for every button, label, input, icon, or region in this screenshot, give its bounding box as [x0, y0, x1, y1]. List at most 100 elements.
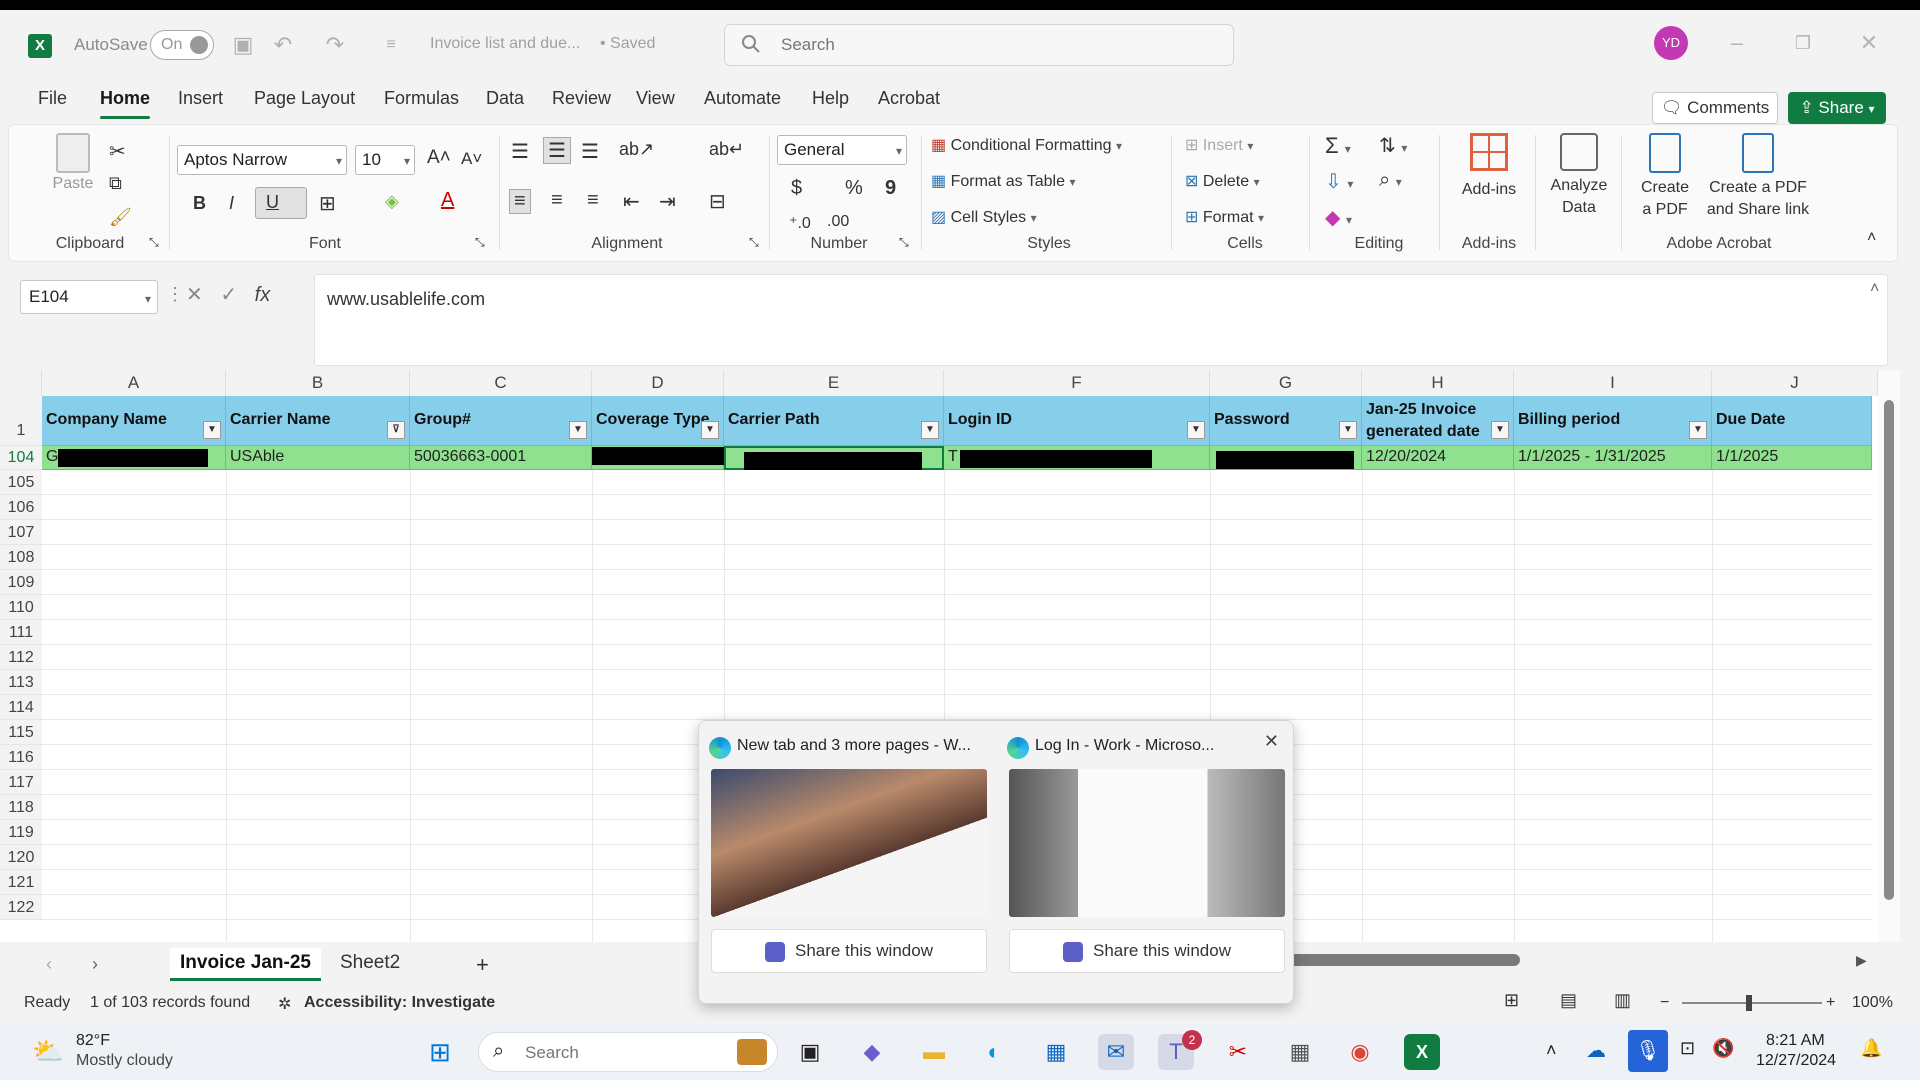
analyze-data-button[interactable]: Analyze Data [1539, 133, 1619, 219]
fill-icon[interactable]: ⇩ ▾ [1325, 169, 1353, 194]
save-status[interactable]: • Saved [600, 35, 655, 53]
taskbar-search[interactable]: ⌕ [478, 1032, 778, 1072]
grid-row[interactable] [42, 495, 1872, 520]
insert-cells-button[interactable]: ⊞ Insert ▾ [1185, 135, 1253, 155]
row-header[interactable]: 113 [0, 670, 42, 695]
filter-dropdown-icon[interactable]: ▼ [1187, 421, 1205, 439]
minimize-icon[interactable]: – [1722, 28, 1752, 58]
document-title[interactable]: Invoice list and due... [430, 35, 580, 53]
comma-button[interactable]: 9 [885, 177, 896, 200]
cell-group[interactable]: 50036663-0001 [410, 446, 592, 470]
snipping-tool-icon[interactable]: ✂ [1220, 1034, 1256, 1070]
align-bottom-icon[interactable]: ☰ [581, 139, 599, 164]
tab-acrobat[interactable]: Acrobat [878, 88, 940, 109]
page-layout-view-icon[interactable]: ▤ [1560, 990, 1577, 1011]
font-name-select[interactable]: Aptos Narrow ▾ [177, 145, 347, 175]
borders-icon[interactable]: ⊞ [319, 191, 336, 216]
row-header[interactable]: 120 [0, 845, 42, 870]
row-header-1[interactable]: 1 [0, 396, 42, 446]
autosave-toggle[interactable]: On [150, 30, 214, 60]
filter-active-icon[interactable]: ⊽ [387, 421, 405, 439]
store-icon[interactable]: ▦ [1038, 1034, 1074, 1070]
redo-icon[interactable]: ↷ [322, 32, 348, 58]
window-preview-card[interactable]: New tab and 3 more pages - W... Share th… [701, 727, 991, 997]
add-ins-button[interactable]: Add-ins [1449, 133, 1529, 201]
customize-qat-icon[interactable]: ≡ [378, 32, 404, 58]
header-coverage-type[interactable]: Coverage Type ▼ [592, 396, 724, 446]
cell-billing[interactable]: 1/1/2025 - 1/31/2025 [1514, 446, 1712, 470]
weather-temp[interactable]: 82°F [76, 1032, 110, 1050]
italic-button[interactable]: I [229, 193, 234, 214]
vertical-scrollbar[interactable] [1878, 370, 1900, 942]
header-password[interactable]: Password ▼ [1210, 396, 1362, 446]
column-header-d[interactable]: D [592, 370, 724, 396]
increase-decimal-icon[interactable]: ⁺.0 [789, 213, 811, 233]
weather-desc[interactable]: Mostly cloudy [76, 1052, 173, 1070]
decrease-decimal-icon[interactable]: .00 [827, 213, 849, 231]
zoom-in-icon[interactable]: + [1826, 994, 1835, 1012]
header-company-name[interactable]: Company Name ▼ [42, 396, 226, 446]
column-header-i[interactable]: I [1514, 370, 1712, 396]
header-billing-period[interactable]: Billing period ▼ [1514, 396, 1712, 446]
grid-row[interactable] [42, 645, 1872, 670]
bold-button[interactable]: B [193, 193, 206, 214]
cell-styles-button[interactable]: ▨ Cell Styles ▾ [931, 207, 1037, 227]
row-header-104[interactable]: 104 [0, 446, 42, 470]
edge-icon[interactable]: ◐ [976, 1034, 1012, 1070]
grid-row[interactable] [42, 470, 1872, 495]
grid-row[interactable] [42, 620, 1872, 645]
row-header[interactable]: 114 [0, 695, 42, 720]
row-header[interactable]: 115 [0, 720, 42, 745]
tab-data[interactable]: Data [486, 88, 524, 109]
tab-file[interactable]: File [38, 88, 67, 109]
enter-icon[interactable]: ✓ [220, 284, 237, 306]
share-window-button[interactable]: Share this window [711, 929, 987, 973]
row-header[interactable]: 117 [0, 770, 42, 795]
zoom-out-icon[interactable]: − [1660, 994, 1669, 1012]
column-header-b[interactable]: B [226, 370, 410, 396]
row-header[interactable]: 109 [0, 570, 42, 595]
tab-formulas[interactable]: Formulas [384, 88, 459, 109]
number-format-select[interactable]: General ▾ [777, 135, 907, 165]
show-hidden-icons[interactable]: ˄ [1546, 1040, 1557, 1061]
column-header-f[interactable]: F [944, 370, 1210, 396]
window-preview-card[interactable]: Log In - Work - Microso... Share this wi… [999, 727, 1289, 997]
sheet-tab-sheet2[interactable]: Sheet2 [330, 948, 410, 978]
format-painter-icon[interactable]: 🖌 [109, 207, 132, 228]
clock-date[interactable]: 12/27/2024 [1756, 1052, 1836, 1070]
grid-row[interactable] [42, 595, 1872, 620]
decrease-font-icon[interactable]: A˅ [461, 149, 482, 169]
row-header[interactable]: 121 [0, 870, 42, 895]
windows-start-icon[interactable]: ⊞ [422, 1034, 458, 1070]
filter-dropdown-icon[interactable]: ▼ [1339, 421, 1357, 439]
grid-row[interactable] [42, 570, 1872, 595]
percent-button[interactable]: % [845, 177, 863, 200]
close-icon[interactable]: ✕ [1854, 28, 1884, 58]
volume-mute-icon[interactable]: 🔇 [1712, 1038, 1734, 1059]
close-popup-icon[interactable]: ✕ [1264, 731, 1279, 752]
increase-font-icon[interactable]: A˄ [427, 147, 451, 169]
formula-input[interactable]: www.usablelife.com [314, 274, 1888, 366]
row-header[interactable]: 122 [0, 895, 42, 920]
outlook-icon[interactable]: ✉ [1098, 1034, 1134, 1070]
accessibility-status[interactable]: Accessibility: Investigate [304, 994, 495, 1012]
create-share-pdf-button[interactable]: Create a PDF and Share link [1697, 133, 1819, 221]
cell-due[interactable]: 1/1/2025 [1712, 446, 1872, 470]
merge-center-icon[interactable]: ⊟ [709, 189, 726, 214]
comments-button[interactable]: 🗨 Comments [1652, 92, 1778, 124]
file-explorer-icon[interactable]: ▬ [916, 1034, 952, 1070]
header-carrier-path[interactable]: Carrier Path ▼ [724, 396, 944, 446]
zoom-level[interactable]: 100% [1852, 994, 1893, 1012]
column-header-c[interactable]: C [410, 370, 592, 396]
grid-row[interactable] [42, 695, 1872, 720]
column-header-a[interactable]: A [42, 370, 226, 396]
scroll-tabs-right-icon[interactable]: › [92, 954, 98, 975]
row-header[interactable]: 105 [0, 470, 42, 495]
dialog-launcher-icon[interactable]: ⤡ [899, 235, 909, 250]
search-box[interactable] [724, 24, 1234, 66]
clear-icon[interactable]: ◆ ▾ [1325, 205, 1352, 230]
window-thumbnail[interactable] [711, 769, 987, 917]
row-header[interactable]: 118 [0, 795, 42, 820]
find-select-icon[interactable]: ⌕ ▾ [1379, 169, 1402, 192]
underline-button[interactable]: U [255, 187, 307, 219]
